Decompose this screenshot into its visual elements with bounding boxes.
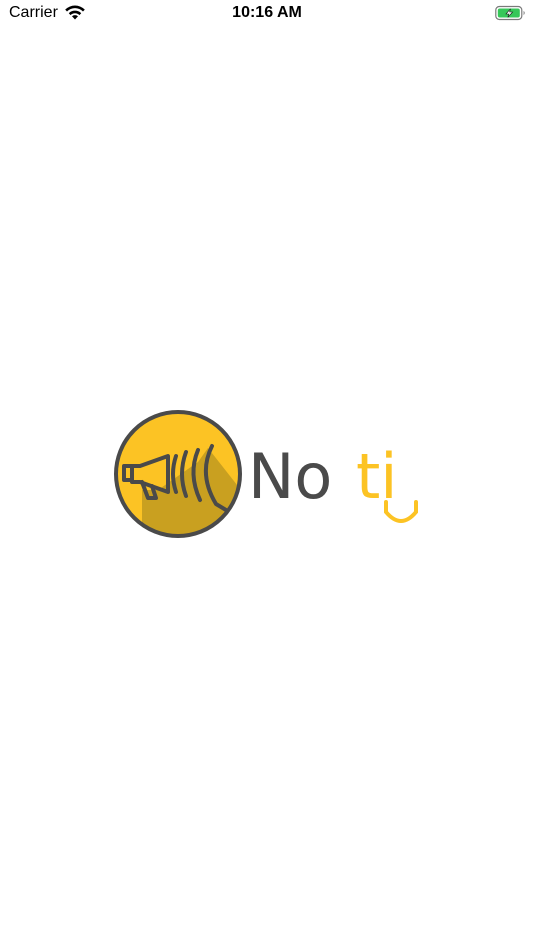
status-time: 10:16 AM (232, 4, 302, 21)
noti-logo: No ti (114, 410, 418, 538)
battery-charging-icon (495, 5, 525, 21)
wordmark: No ti (248, 440, 418, 523)
status-bar: Carrier 10:16 AM (0, 0, 534, 28)
wordmark-no: No (248, 440, 332, 513)
wordmark-ti: ti (356, 440, 398, 513)
